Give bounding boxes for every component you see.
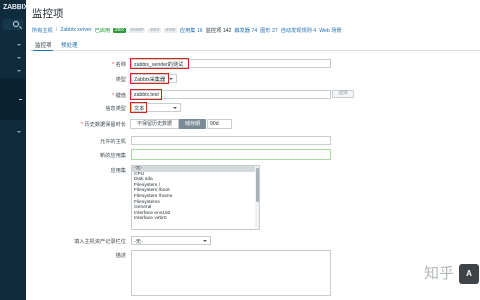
app: ZABBIX « 监控项 所有主机 / Zabbix server 已启用 ZB… [0,0,480,300]
breadcrumb-web[interactable]: Web 场景 [319,27,341,34]
breadcrumb-host[interactable]: Zabbix server [60,27,91,33]
inventory-label: 填入主机资产记录栏位 [74,239,126,245]
inventory-select[interactable]: -无- [131,236,211,245]
breadcrumb: 所有主机 / Zabbix server 已启用 ZBX SNMP JMX IP… [32,25,342,35]
breadcrumb-all-hosts[interactable]: 所有主机 [32,27,53,34]
applications-label: 应用集 [110,168,126,174]
zhihu-watermark: 知乎 [424,264,455,282]
highlight-box [130,58,189,69]
select-key-button[interactable]: 选择 [332,90,354,98]
new-application-input[interactable] [131,149,331,160]
history-label: * 历史数据保留时长 [81,122,126,128]
status-enabled[interactable]: 已启用 [95,27,111,34]
page-title: 监控项 [32,8,64,20]
history-storage-period-button[interactable]: 储存期 [179,119,206,129]
inventory-value: -无- [134,239,143,245]
info-type-label: 信息类型 [105,106,126,112]
breadcrumb-applications[interactable]: 应用集 16 [180,27,203,34]
chevron-down-icon [203,240,207,242]
active-tab-indicator [33,50,53,51]
chevron-down-icon [173,107,177,109]
highlight-box [130,102,147,113]
history-do-not-keep-button[interactable]: 不保留历史数据 [130,119,179,129]
collapse-icon[interactable]: « [17,6,20,12]
applications-listbox[interactable]: -无- CPU Disk sda Filesystem / Filesystem… [131,165,260,230]
breadcrumb-discovery[interactable]: 自动发现规则 4 [281,27,316,34]
breadcrumb-graphs[interactable]: 图形 27 [260,27,278,34]
new-application-label: 新的应用集 [100,153,126,159]
sidebar-item-reports[interactable] [0,66,26,75]
name-label: * 名称 [112,62,126,68]
sidebar-item-administration[interactable] [0,127,26,136]
chevron-down-icon [169,78,173,80]
jmx-badge: JMX [148,27,162,33]
highlight-box [130,89,162,100]
history-period-input[interactable]: 90d [207,119,232,129]
tab-preprocessing[interactable]: 预处理 [61,41,78,49]
application-option[interactable]: Interface virbr0 [132,216,259,222]
sidebar-item-inventory[interactable] [0,53,26,62]
description-textarea[interactable] [131,250,331,296]
allowed-hosts-input[interactable] [131,136,331,145]
snmp-badge: SNMP [128,27,146,33]
ipmi-badge: IPMI [164,27,177,33]
form-tabs: 监控项 预处理 [30,40,480,51]
tab-item[interactable]: 监控项 [35,41,52,49]
history-value: 90d [210,121,219,127]
breadcrumb-separator: / [55,27,58,33]
listbox-scrollbar[interactable] [255,166,259,229]
breadcrumb-triggers[interactable]: 触发器 74 [234,27,257,34]
highlight-box [130,73,169,84]
search-icon[interactable] [13,21,19,27]
scrollbar-thumb[interactable] [255,168,259,202]
sidebar-item-configuration[interactable] [0,78,26,120]
breadcrumb-items[interactable]: 监控项 142 [206,27,232,34]
zbx-badge: ZBX [113,27,126,33]
sidebar: ZABBIX « [0,0,28,300]
expand-indicator-icon [19,99,22,100]
allowed-hosts-label: 允许的主机 [100,139,126,145]
key-label: * 键值 [112,93,126,99]
sidebar-item-monitoring[interactable] [0,40,26,49]
description-label: 描述 [115,253,126,259]
type-label: 类型 [115,77,126,83]
watermark-badge: A [459,264,479,284]
